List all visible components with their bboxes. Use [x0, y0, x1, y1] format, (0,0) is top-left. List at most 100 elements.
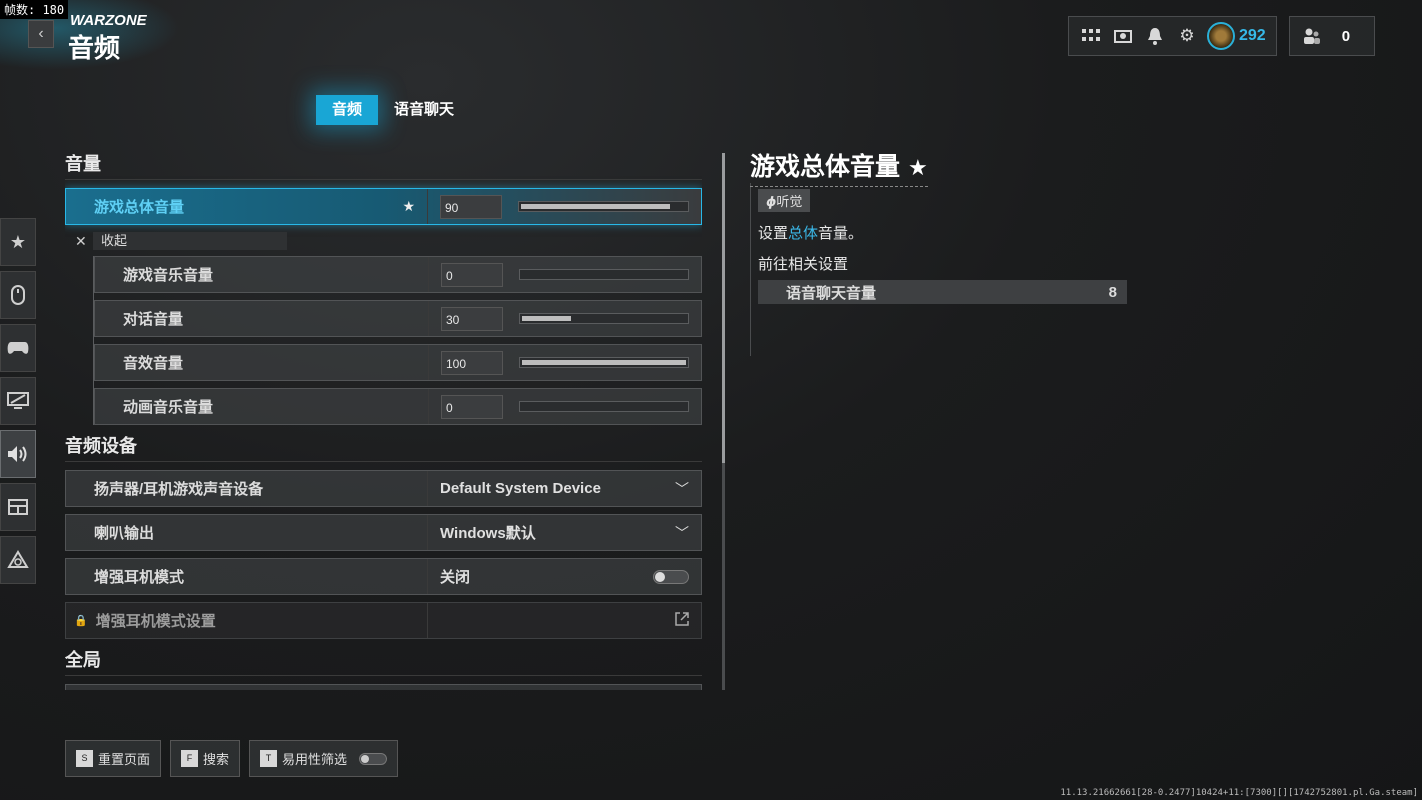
dropdown-value: Default System Device	[440, 480, 601, 497]
volume-slider[interactable]	[519, 401, 689, 412]
setting-label: 游戏总体音量 ★	[66, 189, 428, 224]
volume-value-input[interactable]: 100	[441, 350, 503, 375]
volume-slider[interactable]	[519, 269, 689, 280]
volume-value-input[interactable]: 0	[441, 262, 503, 287]
nav-interface[interactable]	[0, 483, 36, 531]
setting-label-text: 游戏总体音量	[94, 199, 185, 216]
volume-control: 90	[428, 189, 701, 224]
nav-audio[interactable]	[0, 430, 36, 478]
tab-audio[interactable]: 音频	[316, 95, 379, 125]
detail-description: 设置总体音量。	[758, 222, 1130, 243]
setting-effects-volume[interactable]: 音效音量 100	[94, 344, 702, 381]
ear-icon: 𝟇	[766, 194, 777, 209]
back-button[interactable]: ‹	[28, 20, 54, 48]
slider-fill	[522, 360, 686, 365]
enhanced-headphone-toggle[interactable]	[653, 569, 689, 584]
speaker-device-dropdown[interactable]: Default System Device ﹀	[428, 471, 701, 506]
setting-master-volume[interactable]: 游戏总体音量 ★ 90	[65, 188, 702, 225]
setting-music-volume[interactable]: 游戏音乐音量 0	[94, 256, 702, 293]
mouse-icon	[11, 285, 25, 305]
brand-logo: WARZONE	[70, 12, 147, 29]
lock-icon: 🔒	[74, 615, 88, 627]
slider-fill	[521, 204, 670, 209]
related-label: 语音聊天音量	[786, 284, 877, 302]
nav-favorites[interactable]: ★	[0, 218, 36, 266]
topbar: ⚙ 292 0	[1068, 16, 1375, 56]
topbar-icons: ⚙ 292	[1068, 16, 1277, 56]
page-title: 音频	[68, 33, 121, 63]
desc-highlight: 总体	[788, 225, 819, 242]
volume-slider[interactable]	[519, 357, 689, 368]
section-global-title: 全局	[65, 646, 702, 676]
grid-menu-icon[interactable]	[1075, 20, 1107, 52]
detail-tag: 𝟇听觉	[758, 189, 811, 212]
speaker-output-dropdown[interactable]: Windows默认 ﹀	[428, 515, 701, 550]
network-icon	[7, 550, 29, 568]
setting-global-partial[interactable]	[65, 684, 702, 690]
search-button[interactable]: F 搜索	[170, 740, 241, 777]
setting-dialogue-volume[interactable]: 对话音量 30	[94, 300, 702, 337]
setting-label-text: 增强耳机模式设置	[95, 613, 216, 630]
scrollbar-thumb[interactable]	[722, 153, 725, 463]
related-settings-heading: 前往相关设置	[758, 256, 849, 273]
controller-icon	[7, 342, 29, 354]
tab-bar: 音频 语音聊天	[316, 95, 470, 125]
bottom-bar: S 重置页面 F 搜索 T 易用性筛选	[65, 740, 407, 777]
bell-icon[interactable]	[1139, 20, 1171, 52]
setting-enhanced-headphone-settings: 🔒 增强耳机模式设置	[65, 602, 702, 639]
related-value: 8	[1108, 283, 1117, 301]
nav-network[interactable]	[0, 536, 36, 584]
key-hint: F	[181, 750, 199, 767]
setting-speaker-output[interactable]: 喇叭输出 Windows默认 ﹀	[65, 514, 702, 551]
coin-balance: 292	[1239, 27, 1266, 44]
store-icon[interactable]	[1107, 20, 1139, 52]
collapse-toggle[interactable]: ✕ 收起	[75, 232, 702, 250]
volume-slider[interactable]	[518, 201, 689, 212]
setting-label: 音效音量	[95, 345, 429, 380]
volume-control: 0	[429, 257, 701, 292]
setting-label: 对话音量	[95, 301, 429, 336]
button-label: 重置页面	[98, 752, 151, 767]
accessibility-filter-button[interactable]: T 易用性筛选	[249, 740, 399, 777]
setting-speaker-device[interactable]: 扬声器/耳机游戏声音设备 Default System Device ﹀	[65, 470, 702, 507]
button-label: 搜索	[203, 752, 230, 767]
setting-label: 喇叭输出	[66, 515, 428, 550]
setting-label: 增强耳机模式	[66, 559, 428, 594]
dropdown-value: Windows默认	[440, 525, 536, 542]
chevron-down-icon: ﹀	[675, 480, 689, 497]
desc-text: 音量。	[818, 225, 864, 242]
detail-title: 游戏总体音量 ★	[750, 147, 928, 187]
reset-page-button[interactable]: S 重置页面	[65, 740, 162, 777]
chevron-left-icon: ‹	[38, 25, 44, 42]
star-icon[interactable]: ★	[402, 198, 415, 215]
friends-group[interactable]: 0	[1288, 16, 1375, 56]
tab-voice-chat[interactable]: 语音聊天	[378, 95, 470, 125]
volume-slider[interactable]	[519, 313, 689, 324]
nav-controller[interactable]	[0, 324, 36, 372]
speaker-icon	[8, 446, 27, 462]
setting-enhanced-headphone[interactable]: 增强耳机模式 关闭	[65, 558, 702, 595]
section-volume-title: 音量	[65, 150, 702, 180]
related-setting-voice-chat-volume[interactable]: 语音聊天音量 8	[758, 280, 1127, 304]
setting-label: 动画音乐音量	[95, 389, 429, 424]
nav-display[interactable]	[0, 377, 36, 425]
star-icon: ★	[908, 155, 928, 180]
monitor-icon	[7, 392, 29, 409]
setting-label: 🔒 增强耳机模式设置	[66, 603, 428, 638]
volume-value-input[interactable]: 0	[441, 394, 503, 419]
layout-icon	[8, 499, 28, 515]
left-nav: ★	[0, 218, 36, 589]
avatar[interactable]	[1207, 22, 1235, 50]
setting-label: 扬声器/耳机游戏声音设备	[66, 471, 428, 506]
gear-icon[interactable]: ⚙	[1171, 20, 1203, 52]
nav-mouse[interactable]	[0, 271, 36, 319]
accessibility-toggle[interactable]	[359, 752, 388, 765]
setting-cinematic-music-volume[interactable]: 动画音乐音量 0	[94, 388, 702, 425]
volume-value-input[interactable]: 90	[440, 194, 502, 219]
chevron-down-icon: ﹀	[675, 524, 689, 541]
toggle-state-label: 关闭	[440, 569, 471, 586]
detail-title-text: 游戏总体音量	[750, 153, 901, 181]
friends-count: 0	[1341, 27, 1351, 45]
fps-counter: 帧数: 180	[0, 0, 69, 19]
volume-value-input[interactable]: 30	[441, 306, 503, 331]
